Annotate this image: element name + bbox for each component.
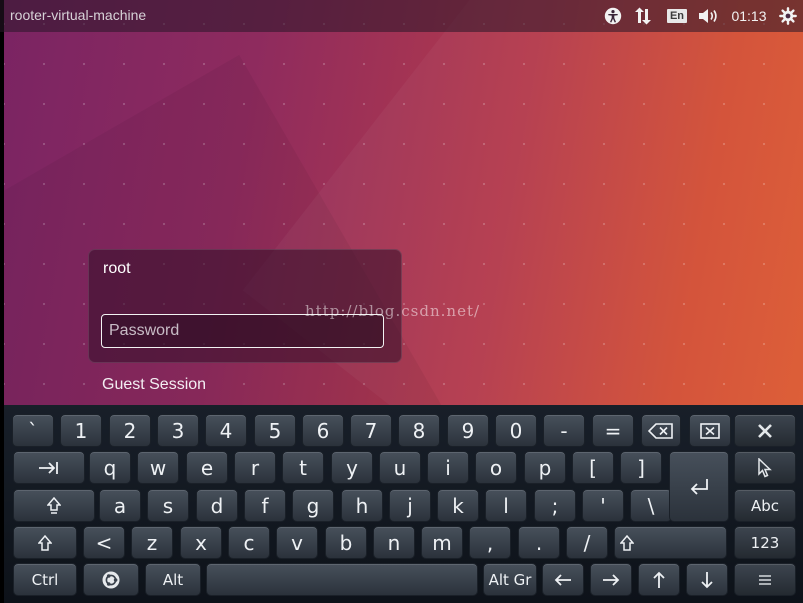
- altgr-key[interactable]: Alt Gr: [483, 563, 537, 596]
- shift-icon: [38, 534, 52, 551]
- key-0[interactable]: <: [83, 526, 125, 559]
- key-5[interactable]: b: [325, 526, 367, 559]
- key-5[interactable]: h: [341, 489, 383, 522]
- key-11[interactable]: ]: [620, 451, 662, 484]
- backspace-icon: [648, 422, 674, 439]
- key-9[interactable]: ;: [534, 489, 576, 522]
- power-gear-icon[interactable]: [777, 6, 799, 26]
- key-10[interactable]: [: [572, 451, 614, 484]
- ubuntu-logo-icon: [102, 571, 120, 589]
- caps-lock-icon: [47, 496, 61, 515]
- arrow-right-key[interactable]: [590, 563, 632, 596]
- tab-icon: [38, 461, 60, 475]
- key-4[interactable]: 4: [205, 414, 247, 447]
- key-2[interactable]: e: [186, 451, 228, 484]
- key-8[interactable]: 8: [398, 414, 440, 447]
- key-8[interactable]: ,: [469, 526, 511, 559]
- key-6[interactable]: j: [389, 489, 431, 522]
- pointer-key[interactable]: [734, 451, 796, 484]
- super-key[interactable]: [83, 563, 139, 596]
- key-1[interactable]: s: [147, 489, 189, 522]
- key-10[interactable]: 0: [495, 414, 537, 447]
- volume-icon[interactable]: [697, 6, 721, 26]
- arrow-down-icon: [700, 571, 714, 589]
- key-2[interactable]: d: [196, 489, 238, 522]
- key-5[interactable]: y: [331, 451, 373, 484]
- key-3[interactable]: c: [228, 526, 270, 559]
- arrow-left-key[interactable]: [542, 563, 584, 596]
- key-10[interactable]: /: [566, 526, 608, 559]
- keyboard-menu-key[interactable]: [734, 563, 796, 596]
- key-8[interactable]: o: [475, 451, 517, 484]
- hostname-label: rooter-virtual-machine: [10, 7, 147, 23]
- left-shift-key[interactable]: [13, 526, 77, 559]
- key-11[interactable]: \: [630, 489, 672, 522]
- close-icon: [758, 423, 772, 438]
- abc-key[interactable]: Abc: [734, 489, 796, 522]
- caps-lock-key[interactable]: [13, 489, 95, 522]
- space-key[interactable]: [206, 563, 478, 596]
- key-8[interactable]: l: [485, 489, 527, 522]
- delete-icon: [700, 422, 720, 439]
- delete-key[interactable]: [689, 414, 731, 447]
- arrow-down-key[interactable]: [686, 563, 728, 596]
- backspace-key[interactable]: [641, 414, 681, 447]
- close-keyboard-key[interactable]: [734, 414, 796, 447]
- key-5[interactable]: 5: [254, 414, 296, 447]
- key-2[interactable]: x: [180, 526, 222, 559]
- key-3[interactable]: 3: [157, 414, 199, 447]
- watermark-text: http://blog.csdn.net/: [305, 302, 481, 320]
- key-6[interactable]: n: [373, 526, 415, 559]
- onscreen-keyboard: ` 1 2 3 4 5 6 7 8 9 0- = q w e r t y u i o p[] a s d f g h j k l; ' \ …: [4, 405, 803, 603]
- key-9[interactable]: 9: [447, 414, 489, 447]
- key-0[interactable]: q: [89, 451, 131, 484]
- tab-key[interactable]: [13, 451, 85, 484]
- arrow-left-icon: [554, 573, 572, 587]
- key-9[interactable]: .: [518, 526, 560, 559]
- accessibility-icon[interactable]: [603, 6, 623, 26]
- key-6[interactable]: u: [379, 451, 421, 484]
- menu-icon: [758, 574, 772, 585]
- key-11[interactable]: -: [543, 414, 585, 447]
- key-3[interactable]: r: [234, 451, 276, 484]
- user-name[interactable]: root: [103, 260, 131, 278]
- key-12[interactable]: =: [592, 414, 634, 447]
- guest-session-link[interactable]: Guest Session: [102, 376, 206, 394]
- numbers-key[interactable]: 123: [734, 526, 796, 559]
- cursor-arrow-icon: [757, 457, 773, 478]
- ctrl-key[interactable]: Ctrl: [13, 563, 77, 596]
- key-7[interactable]: i: [427, 451, 469, 484]
- key-4[interactable]: v: [276, 526, 318, 559]
- key-2[interactable]: 2: [109, 414, 151, 447]
- enter-icon: [688, 478, 710, 496]
- key-4[interactable]: g: [292, 489, 334, 522]
- key-7[interactable]: 7: [350, 414, 392, 447]
- key-6[interactable]: 6: [302, 414, 344, 447]
- clock-label: 01:13: [731, 8, 767, 24]
- key-1[interactable]: 1: [60, 414, 102, 447]
- key-9[interactable]: p: [524, 451, 566, 484]
- language-badge: En: [666, 9, 688, 23]
- keyboard-language-indicator[interactable]: En: [666, 6, 688, 26]
- shift-icon: [620, 534, 634, 551]
- key-0[interactable]: `: [12, 414, 54, 447]
- alt-key[interactable]: Alt: [145, 563, 201, 596]
- key-3[interactable]: f: [244, 489, 286, 522]
- key-7[interactable]: m: [421, 526, 463, 559]
- arrow-up-icon: [652, 571, 666, 589]
- top-panel: rooter-virtual-machine En 01:13: [0, 0, 803, 32]
- network-icon[interactable]: [632, 6, 654, 26]
- key-1[interactable]: z: [131, 526, 173, 559]
- key-7[interactable]: k: [437, 489, 479, 522]
- right-shift-key[interactable]: [614, 526, 727, 559]
- enter-key[interactable]: [669, 451, 729, 522]
- key-0[interactable]: a: [99, 489, 141, 522]
- key-10[interactable]: ': [582, 489, 624, 522]
- arrow-right-icon: [602, 573, 620, 587]
- key-1[interactable]: w: [137, 451, 179, 484]
- clock[interactable]: 01:13: [730, 6, 768, 26]
- arrow-up-key[interactable]: [638, 563, 680, 596]
- key-4[interactable]: t: [282, 451, 324, 484]
